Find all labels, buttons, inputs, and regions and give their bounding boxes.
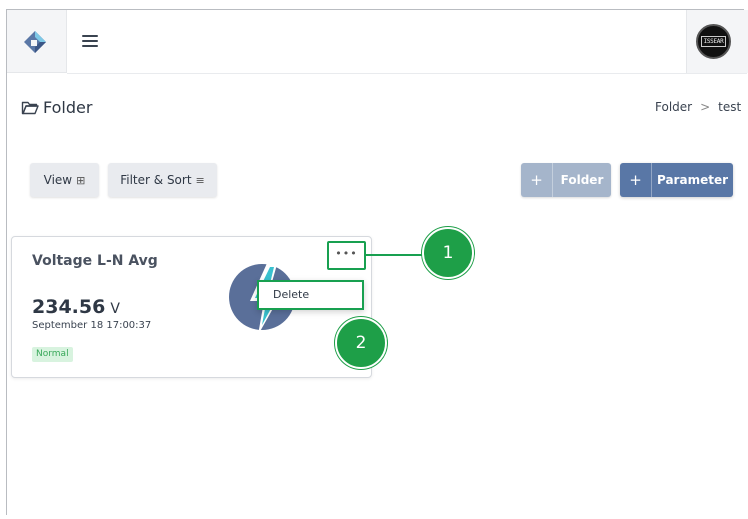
hamburger-icon[interactable] bbox=[82, 35, 98, 48]
breadcrumb-item-current: test bbox=[718, 100, 742, 114]
breadcrumb-separator: > bbox=[700, 100, 711, 114]
step-1-callout: 1 bbox=[422, 227, 474, 279]
callout-connector bbox=[366, 254, 422, 256]
sliders-icon: ≡ bbox=[195, 173, 205, 187]
filter-sort-button[interactable]: Filter & Sort ≡ bbox=[108, 163, 217, 197]
page-title: Folder bbox=[43, 98, 93, 117]
topbar-divider bbox=[67, 73, 747, 74]
add-folder-label: Folder bbox=[560, 173, 604, 187]
card-title: Voltage L-N Avg bbox=[32, 253, 158, 269]
delete-menu-item[interactable]: Delete bbox=[257, 280, 364, 310]
step-2-callout: 2 bbox=[335, 317, 387, 369]
view-button[interactable]: View ⊞ bbox=[30, 163, 99, 197]
add-parameter-label: Parameter bbox=[656, 173, 729, 187]
add-folder-button[interactable]: + Folder bbox=[521, 163, 611, 197]
card-value: 234.56 V bbox=[32, 296, 120, 318]
filter-sort-label: Filter & Sort bbox=[120, 173, 192, 187]
more-icon: ••• bbox=[335, 247, 358, 260]
avatar[interactable]: ISSEAR bbox=[696, 24, 731, 59]
view-button-label: View bbox=[43, 173, 73, 187]
breadcrumb: Folder > test bbox=[655, 100, 741, 114]
card-value-number: 234.56 bbox=[32, 296, 106, 318]
grid-icon: ⊞ bbox=[76, 173, 86, 187]
card-timestamp: September 18 17:00:37 bbox=[32, 320, 152, 331]
folder-icon bbox=[21, 101, 39, 115]
more-options-button[interactable]: ••• bbox=[327, 241, 366, 270]
card-unit: V bbox=[110, 301, 120, 317]
breadcrumb-item-folder[interactable]: Folder bbox=[655, 100, 692, 114]
status-badge: Normal bbox=[32, 347, 73, 362]
diamond-logo-icon[interactable] bbox=[22, 29, 48, 55]
plus-icon: + bbox=[521, 163, 553, 197]
add-parameter-button[interactable]: + Parameter bbox=[620, 163, 733, 197]
avatar-text: ISSEAR bbox=[700, 36, 727, 47]
plus-icon: + bbox=[620, 163, 652, 197]
